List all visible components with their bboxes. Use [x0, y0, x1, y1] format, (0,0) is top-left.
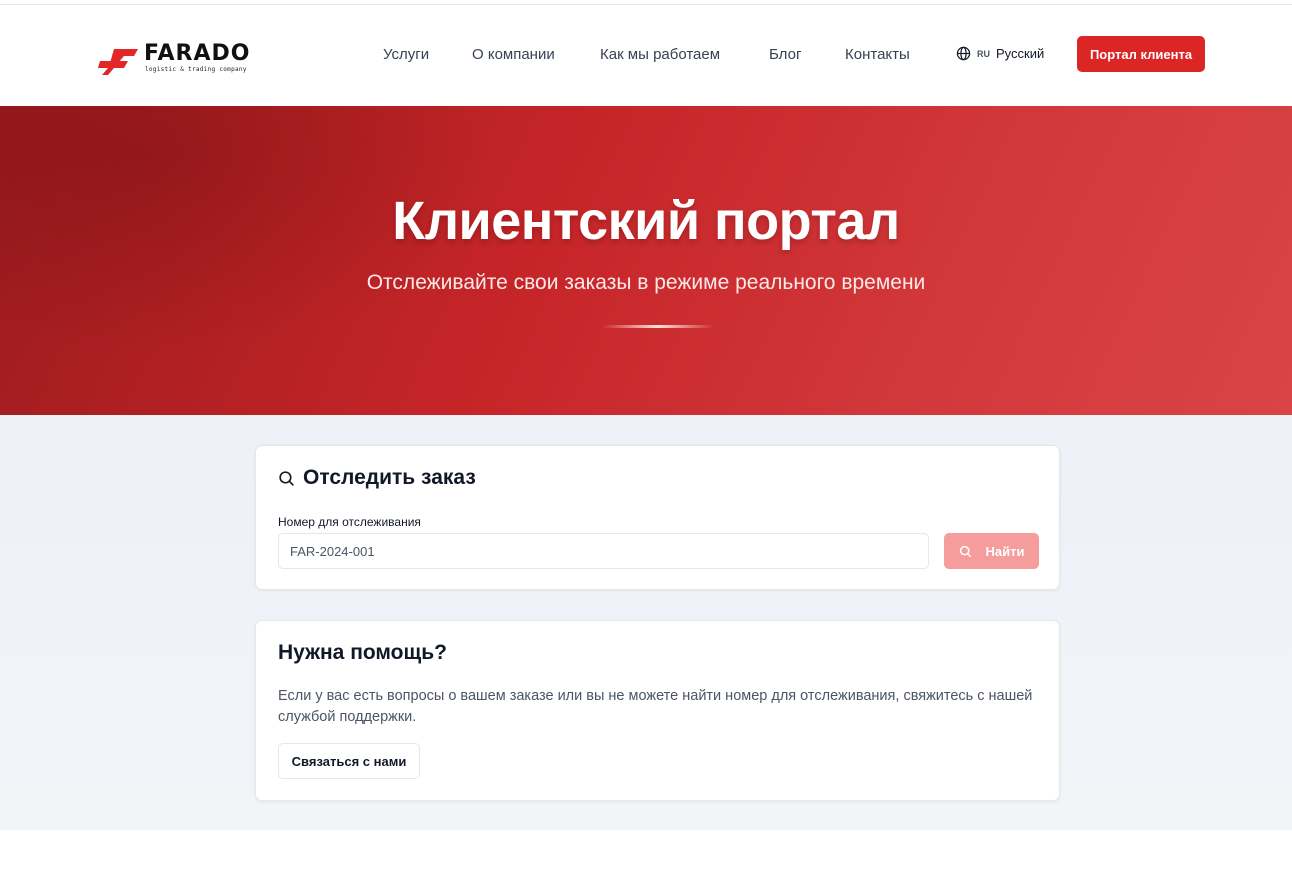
track-order-heading: Отследить заказ	[278, 466, 476, 490]
contact-us-button[interactable]: Связаться с нами	[278, 743, 420, 779]
track-order-card: Отследить заказ Номер для отслеживания Н…	[255, 445, 1060, 590]
search-icon	[959, 545, 971, 557]
content-area: Отследить заказ Номер для отслеживания Н…	[0, 415, 1292, 830]
help-text: Если у вас есть вопросы о вашем заказе и…	[278, 688, 1033, 725]
nav-item-blog[interactable]: Блог	[769, 46, 801, 63]
hero-banner: Клиентский портал Отслеживайте свои зака…	[0, 106, 1292, 415]
help-title: Нужна помощь?	[278, 641, 447, 664]
nav-item-how-we-work[interactable]: Как мы работаем	[600, 46, 720, 63]
logo[interactable]: FARADO logistic & trading company	[98, 42, 278, 82]
logo-tagline: logistic & trading company	[145, 66, 247, 73]
nav-item-about[interactable]: О компании	[472, 46, 555, 63]
globe-icon	[956, 46, 971, 61]
site-header: FARADO logistic & trading company Услуги…	[0, 5, 1292, 105]
language-code: RU	[977, 48, 990, 59]
search-icon	[279, 470, 294, 486]
find-button[interactable]: Найти	[944, 533, 1039, 569]
help-card: Нужна помощь? Если у вас есть вопросы о …	[255, 620, 1060, 801]
nav-item-contacts[interactable]: Контакты	[845, 46, 910, 63]
language-label: Русский	[996, 46, 1045, 61]
client-portal-button[interactable]: Портал клиента	[1077, 36, 1205, 72]
nav-item-services[interactable]: Услуги	[383, 46, 429, 63]
page-title: Клиентский портал	[392, 191, 900, 251]
tracking-number-input[interactable]	[278, 533, 929, 569]
tracking-number-label: Номер для отслеживания	[278, 515, 421, 529]
track-order-title: Отследить заказ	[303, 466, 476, 489]
hero-divider	[602, 325, 714, 328]
language-switcher[interactable]: RU Русский	[956, 46, 1044, 61]
page-subtitle: Отслеживайте свои заказы в режиме реальн…	[366, 271, 926, 294]
logo-wordmark: FARADO	[144, 41, 251, 66]
logo-mark-icon	[98, 49, 138, 75]
find-button-label: Найти	[985, 543, 1025, 559]
